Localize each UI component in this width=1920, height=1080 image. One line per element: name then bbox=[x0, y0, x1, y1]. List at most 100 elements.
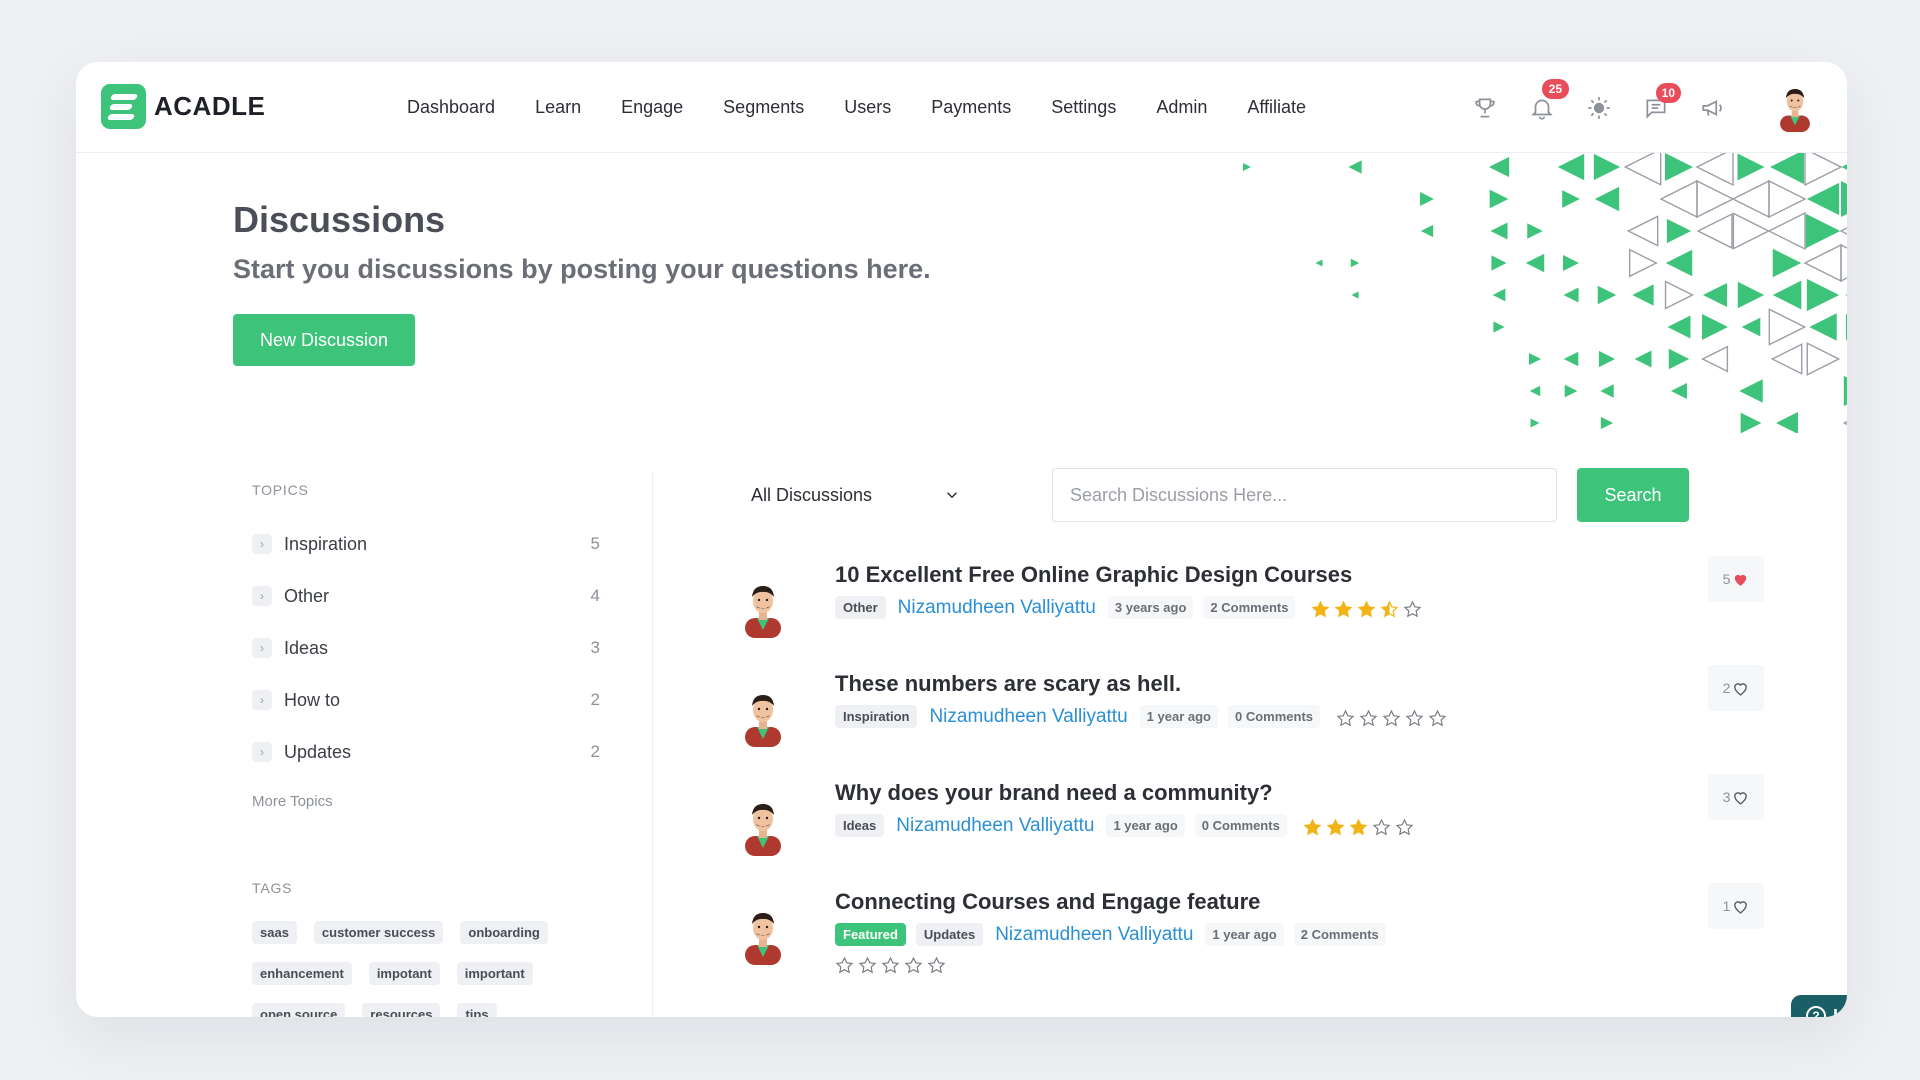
star-filled-icon[interactable] bbox=[1349, 818, 1368, 837]
nav-settings[interactable]: Settings bbox=[1051, 97, 1116, 118]
category-pill[interactable]: Updates bbox=[915, 923, 984, 946]
nav-payments[interactable]: Payments bbox=[931, 97, 1011, 118]
like-button[interactable]: 3 bbox=[1708, 774, 1764, 820]
category-pill[interactable]: Other bbox=[835, 596, 886, 619]
discussion-title[interactable]: Connecting Courses and Engage feature bbox=[835, 889, 1260, 915]
tag-saas[interactable]: saas bbox=[252, 921, 297, 944]
star-empty-icon[interactable] bbox=[835, 956, 854, 975]
post-time: 1 year ago bbox=[1205, 923, 1284, 946]
author-avatar[interactable] bbox=[741, 689, 785, 747]
tag-important[interactable]: important bbox=[456, 962, 533, 985]
topic-item-inspiration[interactable]: › Inspiration 5 bbox=[252, 518, 622, 570]
sun-icon[interactable] bbox=[1584, 93, 1614, 123]
tag-enhancement[interactable]: enhancement bbox=[252, 962, 352, 985]
star-filled-icon[interactable] bbox=[1357, 600, 1376, 619]
nav-learn[interactable]: Learn bbox=[535, 97, 581, 118]
bell-icon[interactable]: 25 bbox=[1527, 78, 1569, 123]
star-half-icon[interactable] bbox=[1380, 600, 1399, 619]
author-link[interactable]: Nizamudheen Valliyattu bbox=[896, 815, 1094, 837]
featured-pill[interactable]: Featured bbox=[835, 923, 906, 946]
author-link[interactable]: Nizamudheen Valliyattu bbox=[995, 924, 1193, 946]
app-window: ACADLE Dashboard Learn Engage Segments U… bbox=[76, 62, 1847, 1017]
star-empty-icon[interactable] bbox=[904, 956, 923, 975]
pattern-triangle bbox=[1768, 179, 1807, 219]
tag-open-source[interactable]: open source bbox=[252, 1003, 346, 1017]
discussion-item[interactable]: These numbers are scary as hell. Inspira… bbox=[741, 665, 1764, 780]
discussion-item[interactable]: Why does your brand need a community? Id… bbox=[741, 774, 1764, 889]
nav-users[interactable]: Users bbox=[844, 97, 891, 118]
star-filled-icon[interactable] bbox=[1311, 600, 1330, 619]
like-button[interactable]: 1 bbox=[1708, 883, 1764, 929]
brand-logo[interactable]: ACADLE bbox=[101, 84, 265, 129]
star-empty-icon[interactable] bbox=[1395, 818, 1414, 837]
megaphone-icon[interactable] bbox=[1698, 93, 1728, 123]
star-empty-icon[interactable] bbox=[1372, 818, 1391, 837]
comment-count[interactable]: 2 Comments bbox=[1293, 923, 1386, 946]
rating-stars[interactable] bbox=[835, 956, 1535, 975]
author-avatar[interactable] bbox=[741, 798, 785, 856]
star-filled-icon[interactable] bbox=[1303, 818, 1322, 837]
like-button[interactable]: 5 bbox=[1708, 556, 1764, 602]
heart-outline-icon bbox=[1734, 900, 1748, 914]
tag-impotant[interactable]: impotant bbox=[368, 962, 440, 985]
tag-onboarding[interactable]: onboarding bbox=[460, 921, 548, 944]
discussion-title[interactable]: These numbers are scary as hell. bbox=[835, 671, 1181, 697]
like-button[interactable]: 2 bbox=[1708, 665, 1764, 711]
more-topics-link[interactable]: More Topics bbox=[252, 793, 622, 810]
topic-item-how-to[interactable]: › How to 2 bbox=[252, 674, 622, 726]
rating-stars[interactable] bbox=[1336, 709, 1451, 728]
rating-stars[interactable] bbox=[1311, 600, 1426, 619]
sidebar: TOPICS › Inspiration 5 › Other 4 › Ideas… bbox=[252, 482, 622, 1017]
discussion-filter-select[interactable]: All Discussions bbox=[751, 468, 961, 522]
author-link[interactable]: Nizamudheen Valliyattu bbox=[898, 597, 1096, 619]
tag-customer-success[interactable]: customer success bbox=[313, 921, 444, 944]
tag-resources[interactable]: resources bbox=[362, 1003, 441, 1017]
star-filled-icon[interactable] bbox=[1326, 818, 1345, 837]
discussion-title[interactable]: 10 Excellent Free Online Graphic Design … bbox=[835, 562, 1352, 588]
search-input[interactable] bbox=[1052, 468, 1557, 522]
star-empty-icon[interactable] bbox=[927, 956, 946, 975]
nav-admin[interactable]: Admin bbox=[1156, 97, 1207, 118]
star-empty-icon[interactable] bbox=[1336, 709, 1355, 728]
topic-item-other[interactable]: › Other 4 bbox=[252, 570, 622, 622]
topic-item-updates[interactable]: › Updates 2 bbox=[252, 726, 622, 778]
nav-affiliate[interactable]: Affiliate bbox=[1247, 97, 1306, 118]
pattern-triangle bbox=[1843, 375, 1847, 407]
star-empty-icon[interactable] bbox=[1359, 709, 1378, 728]
star-empty-icon[interactable] bbox=[1382, 709, 1401, 728]
page-subtitle: Start you discussions by posting your qu… bbox=[233, 254, 931, 284]
chat-icon[interactable]: 10 bbox=[1641, 82, 1681, 123]
user-avatar[interactable] bbox=[1773, 84, 1817, 132]
author-avatar[interactable] bbox=[741, 580, 785, 638]
trophy-icon[interactable] bbox=[1470, 93, 1500, 123]
topic-item-ideas[interactable]: › Ideas 3 bbox=[252, 622, 622, 674]
discussion-item[interactable]: 10 Excellent Free Online Graphic Design … bbox=[741, 556, 1764, 671]
star-empty-icon[interactable] bbox=[881, 956, 900, 975]
search-button[interactable]: Search bbox=[1577, 468, 1689, 522]
nav-segments[interactable]: Segments bbox=[723, 97, 804, 118]
pattern-triangle bbox=[1243, 163, 1251, 171]
rating-stars[interactable] bbox=[1303, 818, 1418, 837]
star-empty-icon[interactable] bbox=[1405, 709, 1424, 728]
help-button[interactable]: ? Help bbox=[1791, 995, 1847, 1017]
author-link[interactable]: Nizamudheen Valliyattu bbox=[929, 706, 1127, 728]
nav-engage[interactable]: Engage bbox=[621, 97, 683, 118]
new-discussion-button[interactable]: New Discussion bbox=[233, 314, 415, 366]
tag-tips[interactable]: tips bbox=[457, 1003, 497, 1017]
nav-dashboard[interactable]: Dashboard bbox=[407, 97, 495, 118]
category-pill[interactable]: Inspiration bbox=[835, 705, 918, 728]
discussion-item[interactable]: Connecting Courses and Engage feature Fe… bbox=[741, 883, 1764, 998]
discussion-title[interactable]: Why does your brand need a community? bbox=[835, 780, 1273, 806]
pattern-triangle bbox=[1420, 192, 1434, 206]
author-avatar[interactable] bbox=[741, 907, 785, 965]
star-empty-icon[interactable] bbox=[1403, 600, 1422, 619]
star-filled-icon[interactable] bbox=[1334, 600, 1353, 619]
star-empty-icon[interactable] bbox=[858, 956, 877, 975]
star-empty-icon[interactable] bbox=[1428, 709, 1447, 728]
category-pill[interactable]: Ideas bbox=[835, 814, 885, 837]
comment-count[interactable]: 2 Comments bbox=[1203, 596, 1296, 619]
comment-count[interactable]: 0 Comments bbox=[1227, 705, 1321, 728]
pattern-triangle bbox=[1626, 215, 1659, 247]
topic-label: How to bbox=[284, 689, 341, 710]
comment-count[interactable]: 0 Comments bbox=[1194, 814, 1287, 837]
